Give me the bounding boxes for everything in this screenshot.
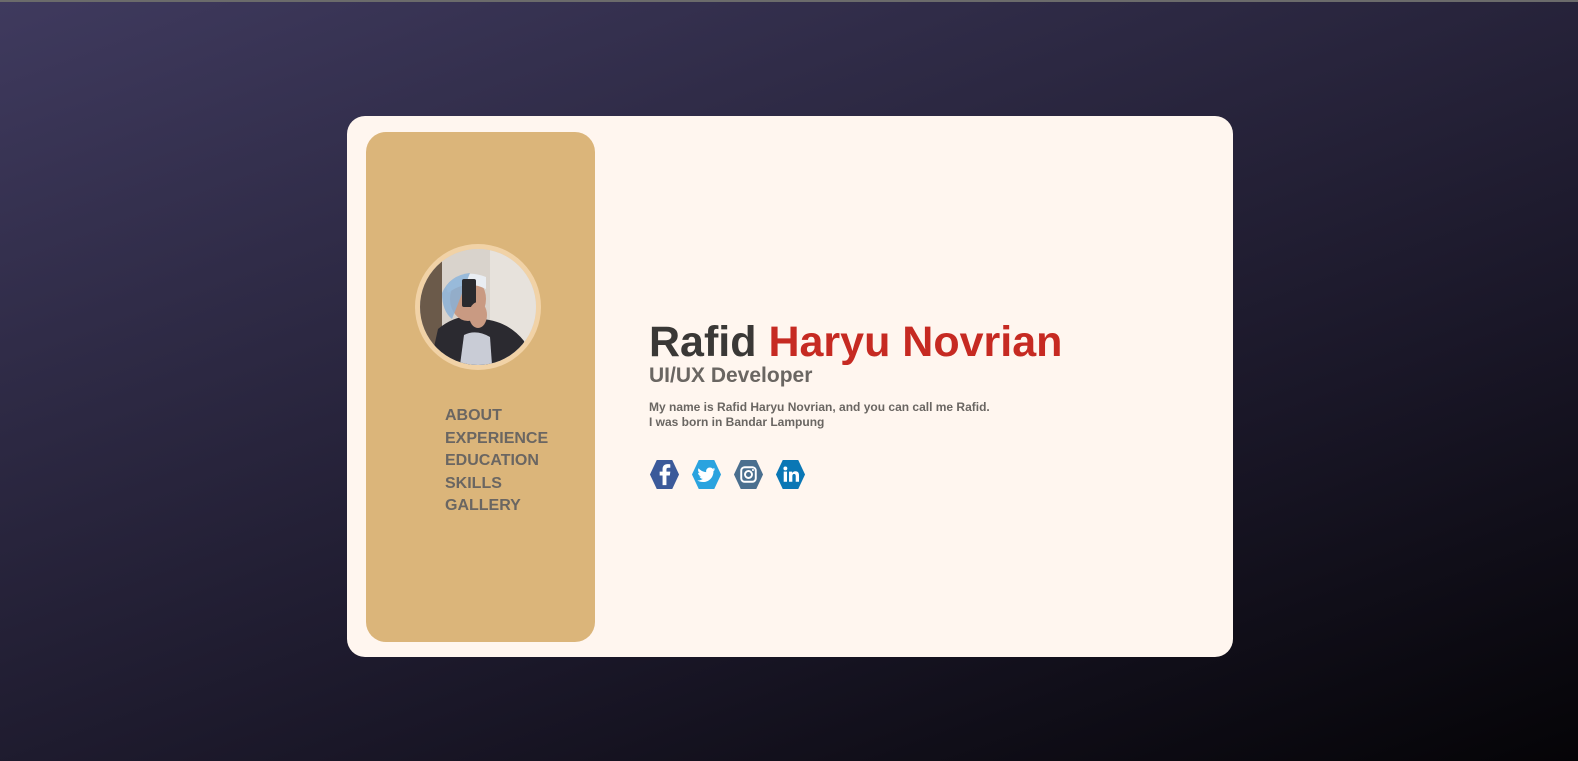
nav-item-experience[interactable]: EXPERIENCE: [445, 428, 548, 451]
nav-item-skills[interactable]: SKILLS: [445, 473, 548, 496]
nav-item-gallery[interactable]: GALLERY: [445, 495, 548, 518]
nav-item-education[interactable]: EDUCATION: [445, 450, 548, 473]
instagram-link[interactable]: [733, 459, 764, 490]
avatar-frame: [415, 244, 541, 370]
bio-line: I was born in Bandar Lampung: [649, 414, 825, 429]
first-name: Rafid: [649, 318, 757, 366]
profile-name: Rafid Haryu Novrian: [649, 316, 1062, 368]
avatar-photo: [420, 249, 536, 365]
last-name: Haryu Novrian: [768, 318, 1063, 366]
linkedin-link[interactable]: [775, 459, 806, 490]
sidebar: ABOUT EXPERIENCE EDUCATION SKILLS GALLER…: [366, 132, 595, 642]
sidebar-nav: ABOUT EXPERIENCE EDUCATION SKILLS GALLER…: [445, 405, 548, 518]
nav-item-about[interactable]: ABOUT: [445, 405, 548, 428]
bio: My name is Rafid Haryu Novrian, and you …: [649, 400, 990, 429]
social-links: [649, 459, 806, 490]
instagram-icon: [733, 459, 764, 490]
bio-line: My name is Rafid Haryu Novrian, and you …: [649, 400, 990, 414]
linkedin-icon: [775, 459, 806, 490]
facebook-icon: [649, 459, 680, 490]
window-top-edge: [0, 0, 1578, 2]
job-title: UI/UX Developer: [649, 364, 813, 387]
twitter-icon: [691, 459, 722, 490]
profile-card: ABOUT EXPERIENCE EDUCATION SKILLS GALLER…: [347, 116, 1233, 657]
avatar: [420, 249, 536, 365]
facebook-link[interactable]: [649, 459, 680, 490]
twitter-link[interactable]: [691, 459, 722, 490]
